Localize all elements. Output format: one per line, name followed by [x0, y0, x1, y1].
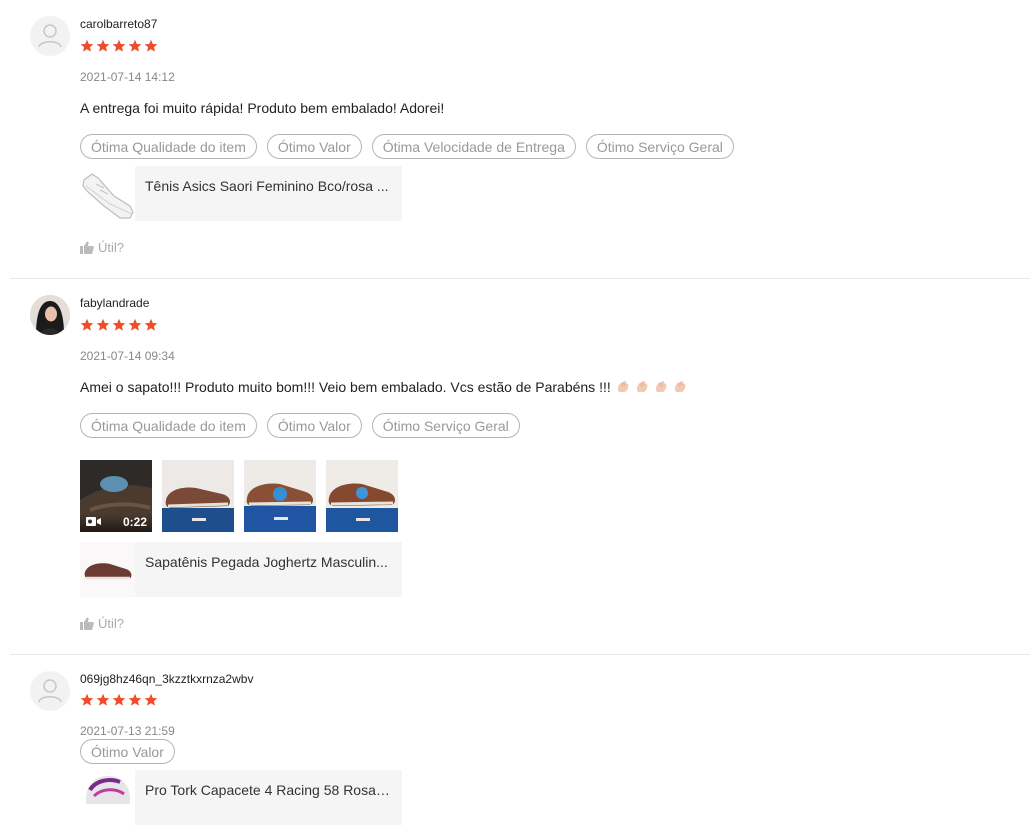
helpful-button[interactable]: Útil?	[80, 616, 124, 631]
product-image	[80, 770, 135, 825]
review-timestamp: 2021-07-14 14:12	[80, 70, 175, 84]
thumbs-up-icon	[80, 241, 94, 254]
review-item: carolbarreto87 2021-07-14 14:12 A entreg…	[10, 0, 1030, 279]
review-item: 069jg8hz46qn_3kzztkxrnza2wbv 2021-07-13 …	[10, 655, 1030, 825]
review-tags: Ótima Qualidade do item Ótimo Valor Ótim…	[80, 413, 520, 438]
star-rating	[80, 39, 158, 53]
product-name[interactable]: Tênis Asics Saori Feminino Bco/rosa ...	[135, 178, 390, 194]
star-icon	[128, 693, 142, 706]
clapping-hands-icon	[636, 381, 648, 392]
review-timestamp: 2021-07-13 21:59	[80, 724, 175, 738]
video-camera-icon	[86, 517, 101, 526]
star-icon	[96, 39, 110, 52]
clapping-hands-icon	[655, 381, 667, 392]
helpful-label: Útil?	[98, 616, 125, 631]
review-item: fabylandrade 2021-07-14 09:34 Amei o sap…	[10, 279, 1030, 655]
thumbs-up-icon	[80, 617, 94, 630]
clapping-hands-icon	[674, 381, 686, 392]
user-avatar[interactable]	[30, 295, 70, 335]
star-icon	[144, 318, 158, 331]
review-tag: Ótima Qualidade do item	[80, 413, 257, 438]
user-avatar-placeholder-icon[interactable]	[30, 671, 70, 711]
product-image	[80, 542, 135, 597]
star-icon	[80, 39, 94, 52]
review-tags: Ótimo Valor	[80, 739, 175, 764]
review-comment: Amei o sapato!!! Produto muito bom!!! Ve…	[80, 379, 687, 395]
review-photo-thumbnail[interactable]	[244, 460, 316, 532]
review-tags: Ótima Qualidade do item Ótimo Valor Ótim…	[80, 134, 734, 159]
user-avatar-placeholder-icon[interactable]	[30, 16, 70, 56]
product-card[interactable]: Pro Tork Capacete 4 Racing 58 Rosa/...	[80, 770, 402, 825]
star-icon	[128, 39, 142, 52]
review-tag: Ótimo Valor	[80, 739, 175, 764]
review-media-gallery: 0:22	[80, 460, 398, 532]
review-video-thumbnail[interactable]: 0:22	[80, 460, 152, 532]
review-tag: Ótima Velocidade de Entrega	[371, 134, 576, 159]
review-comment: A entrega foi muito rápida! Produto bem …	[80, 100, 445, 116]
video-duration: 0:22	[122, 515, 147, 529]
review-tag: Ótimo Valor	[266, 413, 362, 438]
star-icon	[112, 693, 126, 706]
review-username[interactable]: 069jg8hz46qn_3kzztkxrnza2wbv	[80, 672, 253, 686]
star-icon	[80, 318, 94, 331]
product-name[interactable]: Pro Tork Capacete 4 Racing 58 Rosa/...	[135, 782, 390, 798]
review-comment-text: Amei o sapato!!! Produto muito bom!!! Ve…	[80, 379, 611, 395]
star-icon	[144, 693, 158, 706]
clapping-hands-icon	[617, 381, 629, 392]
review-photo-thumbnail[interactable]	[162, 460, 234, 532]
star-icon	[80, 693, 94, 706]
review-username[interactable]: fabylandrade	[80, 296, 149, 310]
product-card[interactable]: Tênis Asics Saori Feminino Bco/rosa ...	[80, 166, 402, 221]
product-card[interactable]: Sapatênis Pegada Joghertz Masculin...	[80, 542, 402, 597]
review-timestamp: 2021-07-14 09:34	[80, 349, 175, 363]
star-rating	[80, 318, 158, 332]
review-tag: Ótima Qualidade do item	[80, 134, 257, 159]
star-icon	[112, 318, 126, 331]
star-icon	[96, 318, 110, 331]
review-username[interactable]: carolbarreto87	[80, 17, 157, 31]
review-tag: Ótimo Serviço Geral	[585, 134, 734, 159]
product-image	[80, 166, 135, 221]
helpful-label: Útil?	[98, 240, 125, 255]
star-rating	[80, 693, 158, 707]
star-icon	[128, 318, 142, 331]
helpful-button[interactable]: Útil?	[80, 240, 124, 255]
review-photo-thumbnail[interactable]	[326, 460, 398, 532]
review-tag: Ótimo Valor	[266, 134, 362, 159]
review-tag: Ótimo Serviço Geral	[371, 413, 520, 438]
star-icon	[112, 39, 126, 52]
star-icon	[144, 39, 158, 52]
product-name[interactable]: Sapatênis Pegada Joghertz Masculin...	[135, 554, 390, 570]
star-icon	[96, 693, 110, 706]
